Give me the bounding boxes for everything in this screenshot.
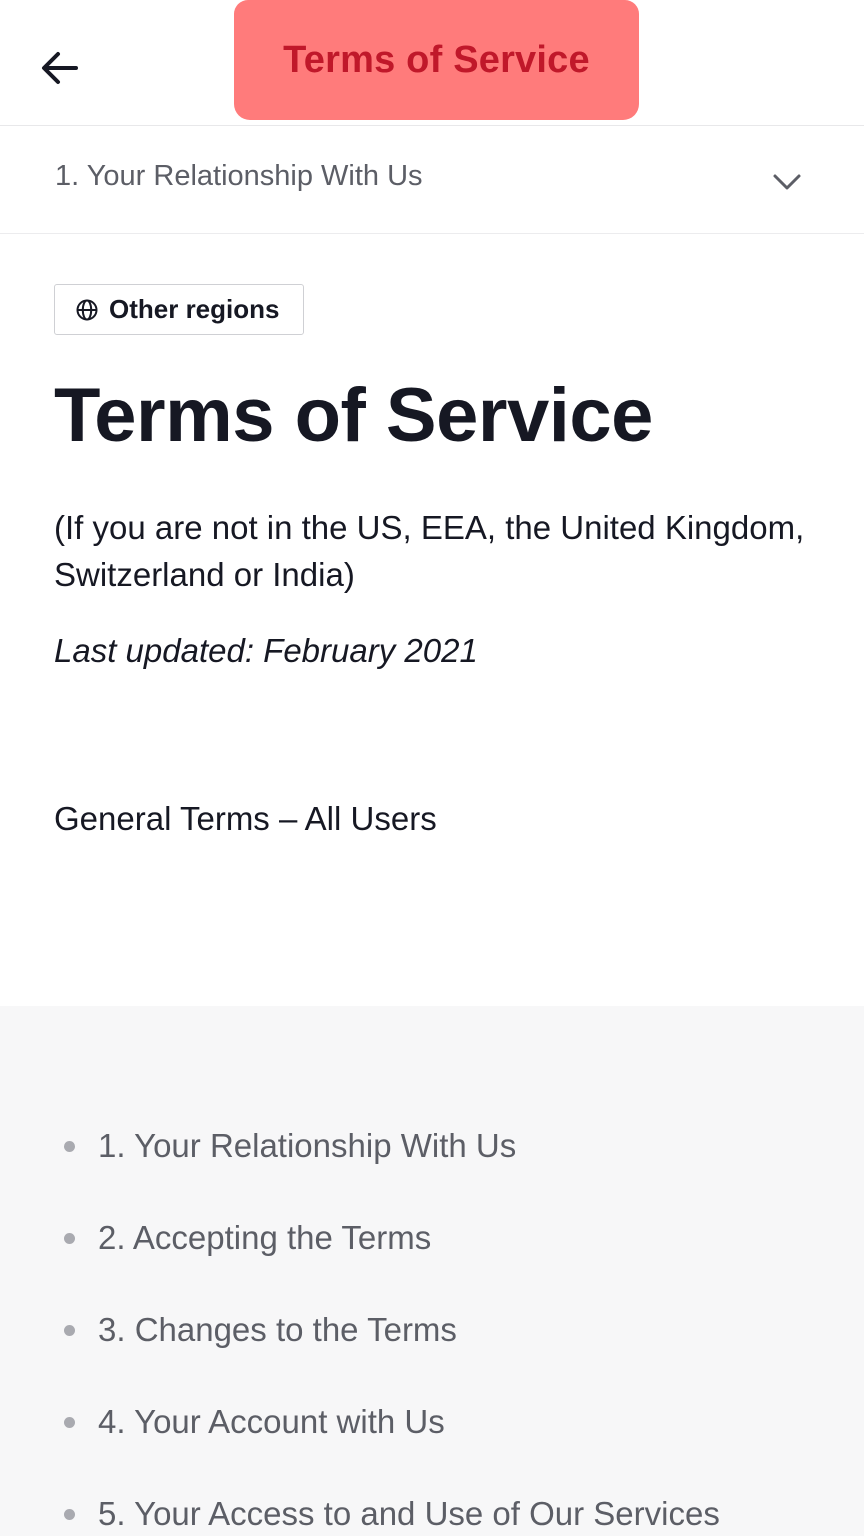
section-dropdown[interactable]: 1. Your Relationship With Us — [0, 126, 864, 234]
globe-icon — [76, 299, 98, 320]
toc-item-label: 2. Accepting the Terms — [98, 1219, 432, 1256]
toc-item-changes[interactable]: 3. Changes to the Terms — [64, 1307, 457, 1353]
section-dropdown-label: 1. Your Relationship With Us — [55, 160, 423, 192]
arrow-left-icon — [42, 52, 78, 84]
last-updated: Last updated: February 2021 — [54, 632, 478, 669]
toc-item-label: 4. Your Account with Us — [98, 1403, 445, 1440]
toc-item-label: 1. Your Relationship With Us — [98, 1127, 517, 1164]
table-of-contents: 1. Your Relationship With Us 2. Acceptin… — [0, 1006, 864, 1536]
terms-page: Terms of Service 1. Your Relationship Wi… — [0, 0, 864, 1536]
chevron-down-icon — [773, 174, 801, 190]
back-button[interactable] — [28, 36, 92, 100]
bullet-icon — [64, 1416, 75, 1428]
bullet-icon — [64, 1508, 75, 1520]
bullet-icon — [64, 1232, 75, 1244]
header-title-highlight: Terms of Service — [234, 0, 639, 120]
header-title: Terms of Service — [283, 38, 590, 81]
toc-item-label: 5. Your Access to and Use of Our Service… — [98, 1495, 720, 1532]
general-terms-heading: General Terms – All Users — [54, 800, 437, 837]
toc-item-relationship[interactable]: 1. Your Relationship With Us — [64, 1123, 516, 1169]
toc-item-access[interactable]: 5. Your Access to and Use of Our Service… — [64, 1491, 720, 1536]
bullet-icon — [64, 1324, 75, 1336]
toc-item-accepting[interactable]: 2. Accepting the Terms — [64, 1215, 431, 1261]
toc-item-account[interactable]: 4. Your Account with Us — [64, 1399, 445, 1445]
other-regions-button[interactable]: Other regions — [54, 284, 304, 335]
bullet-icon — [64, 1140, 75, 1152]
region-scope-note: (If you are not in the US, EEA, the Unit… — [54, 509, 805, 593]
top-bar: Terms of Service — [0, 0, 864, 126]
other-regions-label: Other regions — [109, 294, 280, 324]
toc-item-label: 3. Changes to the Terms — [98, 1311, 457, 1348]
page-title: Terms of Service — [54, 373, 653, 458]
